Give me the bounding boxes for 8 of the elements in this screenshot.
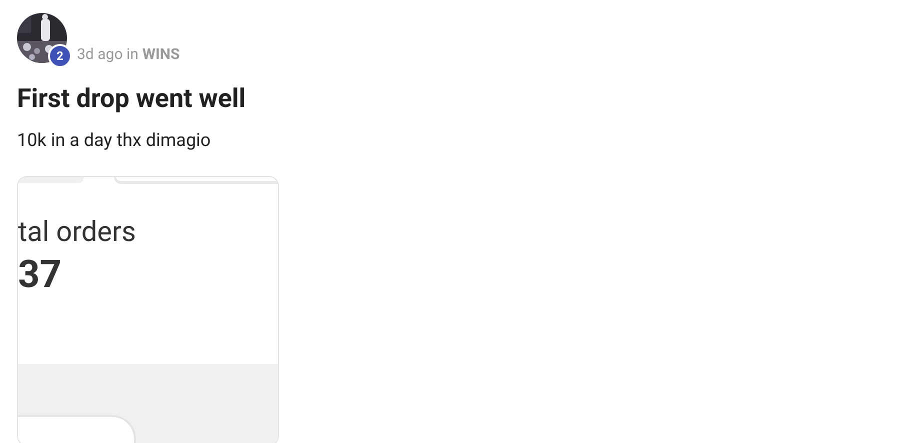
attached-screenshot[interactable]: tal orders 37 [17, 176, 279, 443]
post-body: 10k in a day thx dimagio [17, 130, 212, 152]
orders-count: 37 [18, 254, 63, 296]
post-title: First drop went well [17, 83, 247, 115]
post-time: 3d ago in [77, 44, 138, 64]
tab-shape [18, 177, 84, 183]
orders-label: tal orders [18, 216, 137, 248]
notification-badge: 2 [48, 44, 72, 68]
